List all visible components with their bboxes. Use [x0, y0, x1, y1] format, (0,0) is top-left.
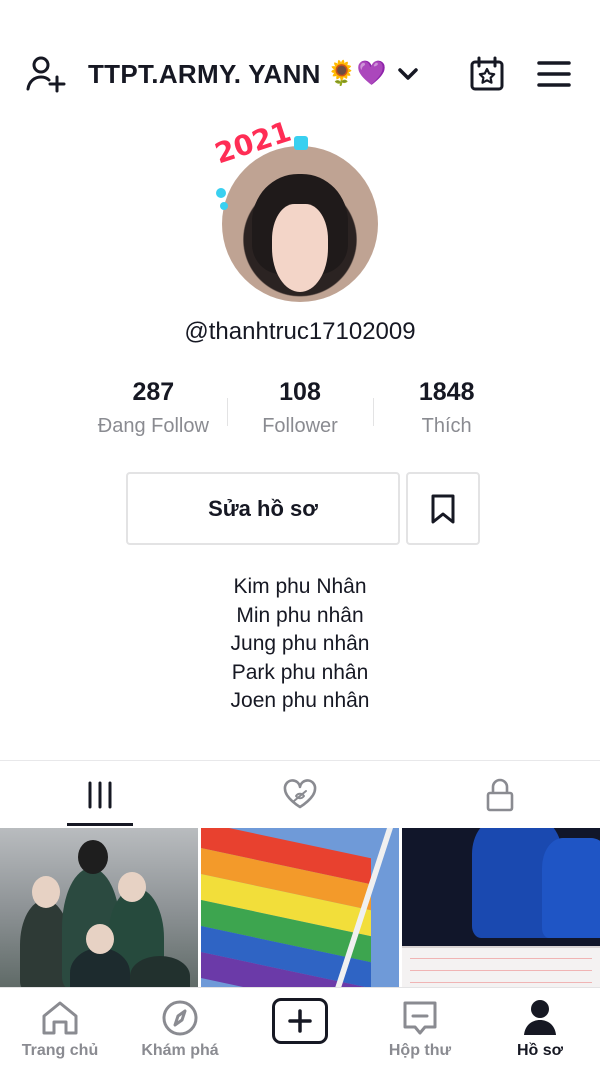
bio-line: Joen phu nhân: [230, 689, 370, 712]
thumb-figure: [32, 876, 60, 908]
profile-title: TTPT.ARMY. YANN: [88, 58, 321, 89]
bookmark-button[interactable]: [406, 472, 480, 545]
avatar[interactable]: [222, 146, 378, 302]
thumb-figure: [118, 872, 146, 902]
stat-likes[interactable]: 1848 Thích: [373, 378, 520, 448]
thumb-figure: [86, 924, 114, 954]
video-thumbnail[interactable]: [201, 828, 399, 988]
chevron-down-icon: [397, 68, 418, 80]
compass-icon: [160, 998, 200, 1038]
thumb-paper: [402, 946, 600, 988]
lock-icon: [486, 778, 514, 812]
home-icon: [40, 998, 80, 1038]
liked-hidden-icon: [283, 779, 317, 809]
stat-label: Thích: [421, 415, 472, 437]
bio-line: Park phu nhân: [231, 660, 369, 684]
active-tab-indicator: [67, 823, 133, 826]
title-emojis: 🌻💜: [326, 60, 387, 87]
thumb-figure: [542, 838, 600, 938]
badge-dot: [220, 202, 228, 210]
inbox-icon: [400, 998, 440, 1038]
nav-label: Hồ sơ: [516, 1042, 564, 1059]
menu-icon[interactable]: [534, 56, 574, 92]
paper-line: [410, 958, 592, 959]
profile-icon: [520, 998, 560, 1038]
video-thumbnail[interactable]: [0, 828, 198, 988]
profile-tabs: [0, 760, 600, 828]
profile-header: TTPT.ARMY. YANN 🌻💜: [0, 40, 600, 106]
thumb-figure: [130, 956, 190, 988]
bottom-navigation: Trang chủ Khám phá Hộp thư Hồ sơ: [0, 987, 600, 1067]
badge-dot: [216, 188, 226, 198]
video-grid: [0, 828, 600, 988]
stat-label: Đang Follow: [97, 415, 209, 437]
badge-dot: [294, 136, 308, 150]
nav-inbox[interactable]: Hộp thư: [360, 988, 480, 1067]
paper-line: [410, 970, 592, 971]
nav-discover[interactable]: Khám phá: [120, 988, 240, 1067]
thumb-figure: [78, 840, 108, 874]
stat-value: 287: [132, 378, 175, 406]
paper-line: [410, 982, 592, 983]
create-button[interactable]: [272, 998, 328, 1044]
account-switcher[interactable]: TTPT.ARMY. YANN 🌻💜: [88, 54, 421, 94]
plus-icon: [288, 1009, 312, 1033]
add-friend-icon[interactable]: [24, 54, 68, 94]
bio-line: Jung phu nhân: [230, 632, 370, 655]
profile-stats: 287 Đang Follow 108 Follower 1848 Thích: [80, 378, 520, 448]
bio-line: Kim phu Nhân: [233, 575, 367, 598]
nav-label: Hộp thư: [388, 1042, 452, 1059]
nav-label: Khám phá: [141, 1042, 219, 1059]
edit-profile-button[interactable]: Sửa hồ sơ: [126, 472, 400, 545]
nav-create[interactable]: [240, 988, 360, 1067]
calendar-icon[interactable]: [466, 54, 508, 94]
bio-line: Min phu nhân: [236, 603, 364, 627]
tab-private[interactable]: [400, 761, 600, 829]
stat-label: Follower: [262, 415, 338, 437]
profile-bio: Kim phu Nhân Min phu nhân Jung phu nhân …: [0, 573, 600, 716]
stat-following[interactable]: 287 Đang Follow: [80, 378, 227, 448]
bookmark-icon: [431, 494, 455, 523]
videos-grid-icon: [88, 781, 112, 809]
nav-label: Trang chủ: [21, 1042, 99, 1059]
tab-liked[interactable]: [200, 761, 400, 829]
stat-followers[interactable]: 108 Follower: [226, 378, 374, 448]
avatar-face: [272, 204, 328, 292]
stat-value: 1848: [418, 378, 475, 406]
stat-value: 108: [279, 378, 321, 406]
video-thumbnail[interactable]: [402, 828, 600, 988]
nav-profile[interactable]: Hồ sơ: [480, 988, 600, 1067]
tab-videos[interactable]: [0, 761, 200, 829]
avatar-container[interactable]: 2021: [210, 115, 390, 307]
username: @thanhtruc17102009: [184, 318, 416, 345]
nav-home[interactable]: Trang chủ: [0, 988, 120, 1067]
